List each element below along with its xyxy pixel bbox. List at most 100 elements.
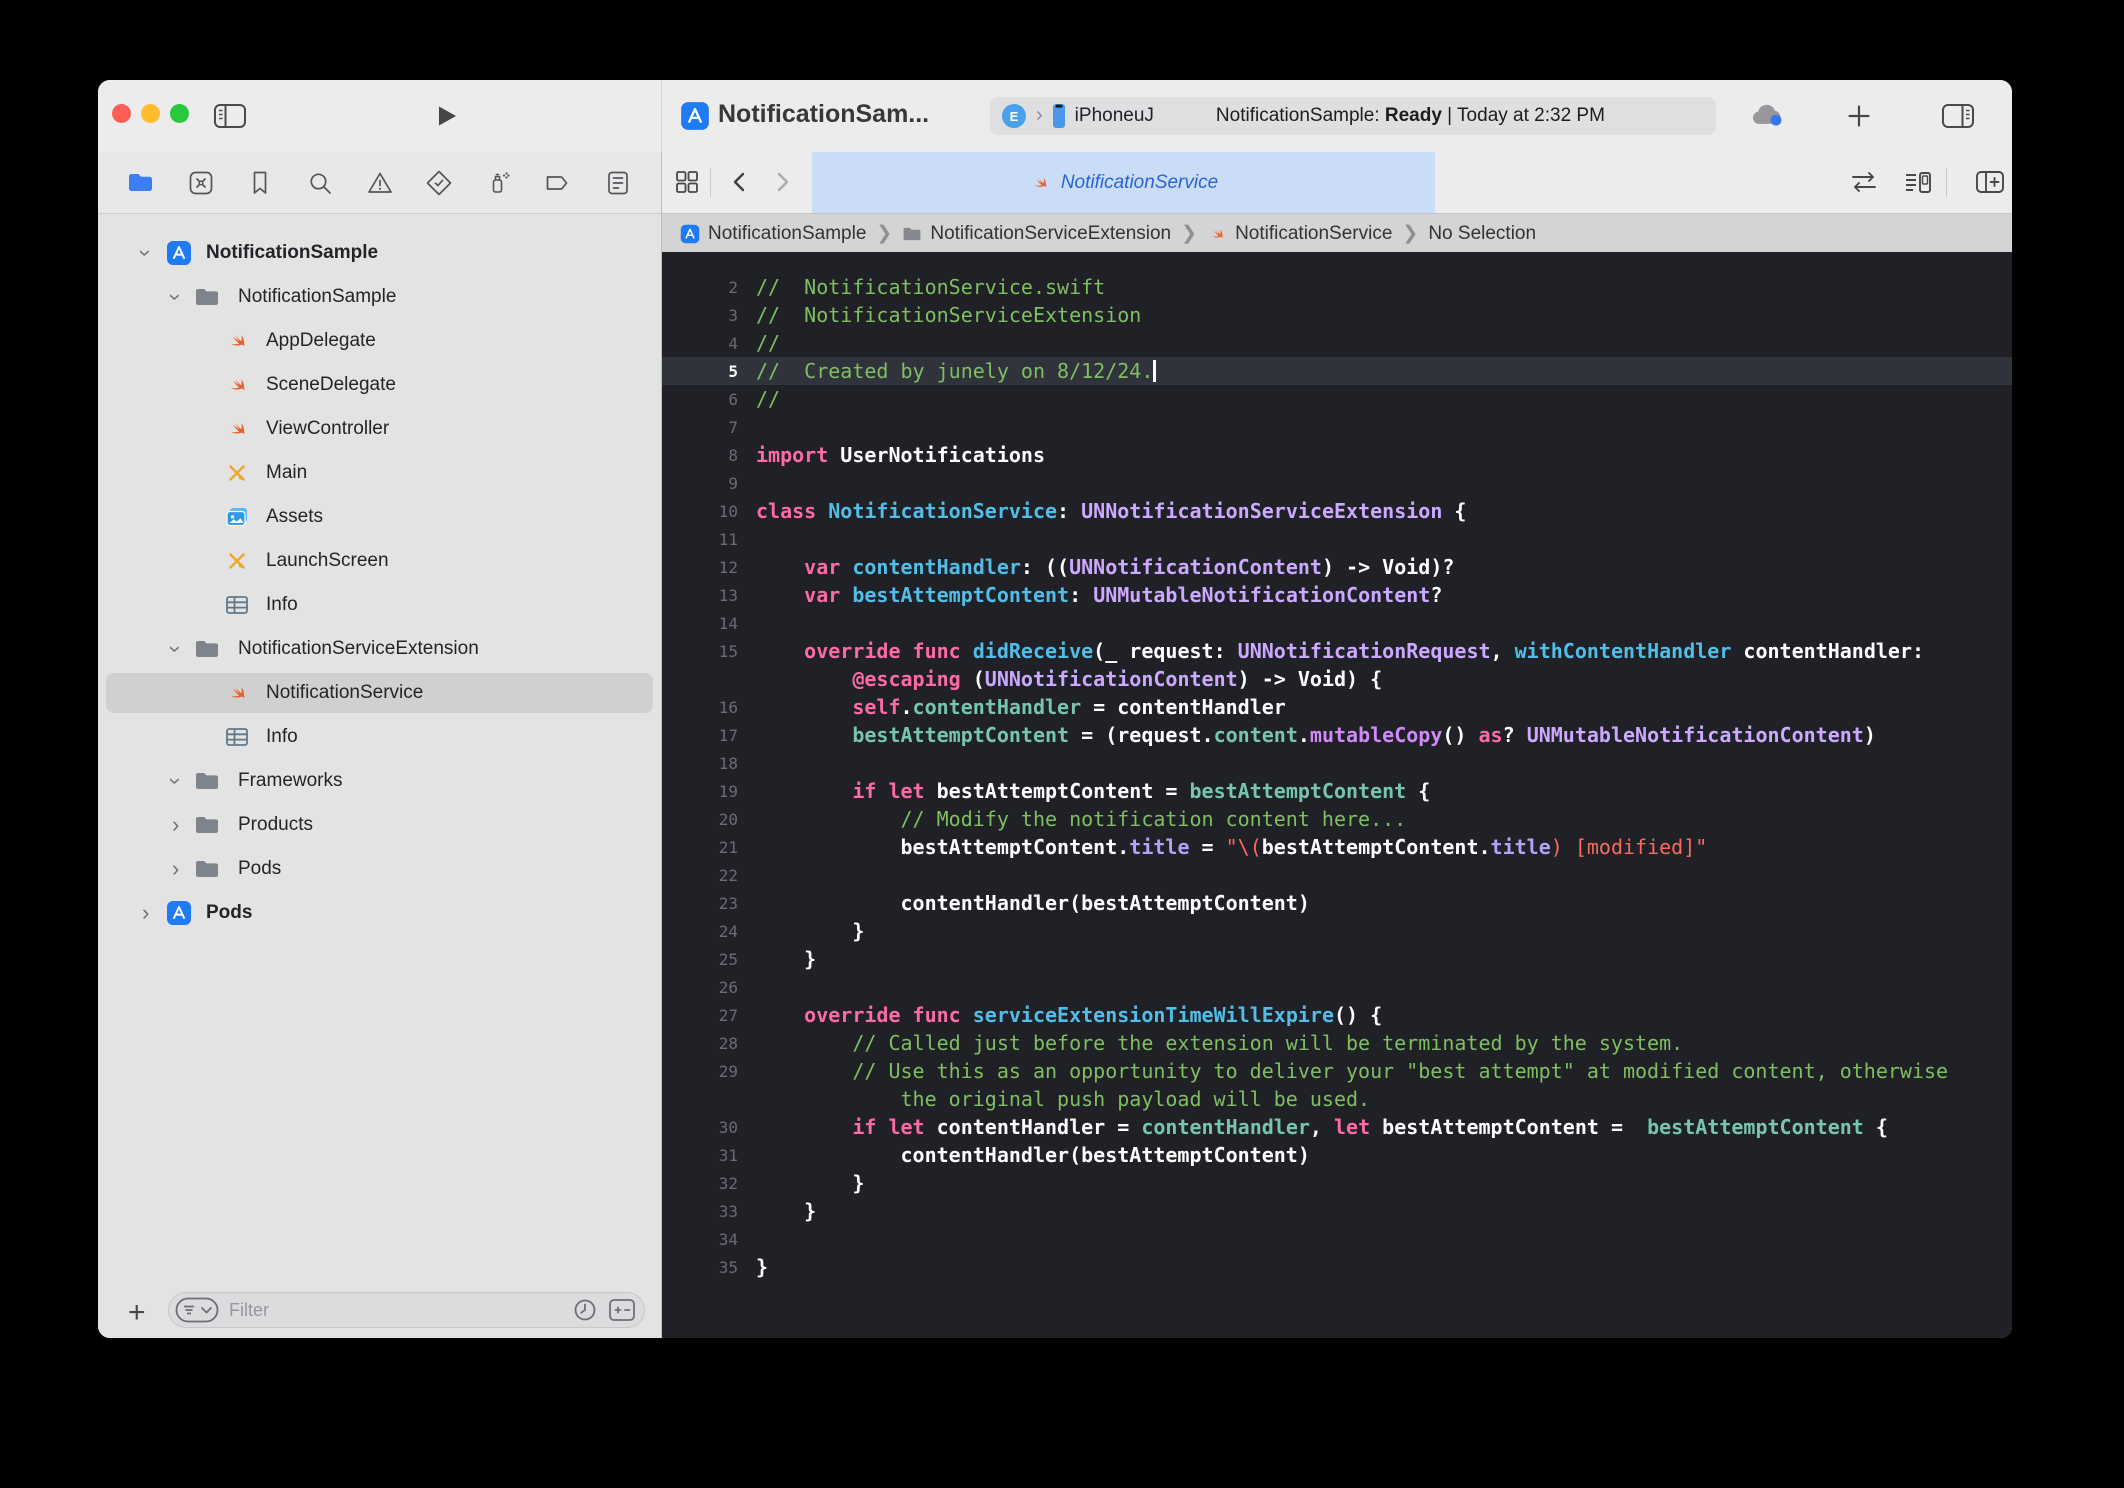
code-line-22[interactable]: 22	[662, 861, 2012, 889]
library-plus-button[interactable]	[1844, 102, 1874, 130]
navigator-item-scenedelegate[interactable]: SceneDelegate	[98, 363, 661, 407]
code-line-33[interactable]: 33 }	[662, 1197, 2012, 1225]
code-line-11[interactable]: 11	[662, 525, 2012, 553]
tab-notificationservice[interactable]: NotificationService	[812, 152, 1435, 213]
code-line-17[interactable]: 17 bestAttemptContent = (request.content…	[662, 721, 2012, 749]
related-items-icon[interactable]	[670, 166, 704, 198]
code-token-kw: var	[756, 555, 840, 579]
code-line-21[interactable]: 21 bestAttemptContent.title = "\(bestAtt…	[662, 833, 2012, 861]
code-line-15[interactable]: 15 override func didReceive(_ request: U…	[662, 637, 2012, 665]
toggle-inspector-icon[interactable]	[1936, 100, 1980, 132]
navigator-item-launchscreen[interactable]: LaunchScreen	[98, 539, 661, 583]
code-text: contentHandler(bestAttemptContent)	[756, 889, 1310, 917]
disclosure-down-icon[interactable]: ›	[154, 293, 198, 300]
code-line-5[interactable]: 5// Created by junely on 8/12/24.	[662, 357, 2012, 385]
toggle-navigator-icon[interactable]	[210, 100, 250, 132]
breakpoints-icon[interactable]	[543, 168, 573, 198]
search-icon[interactable]	[305, 168, 335, 198]
reports-icon[interactable]	[603, 168, 633, 198]
source-editor[interactable]: 2// NotificationService.swift3// Notific…	[662, 252, 2012, 1338]
code-line-2[interactable]: 2// NotificationService.swift	[662, 273, 2012, 301]
code-line-19[interactable]: 19 if let bestAttemptContent = bestAttem…	[662, 777, 2012, 805]
add-editor-icon[interactable]	[1972, 166, 2008, 198]
code-line-16[interactable]: 16 self.contentHandler = contentHandler	[662, 693, 2012, 721]
navigator-item-appdelegate[interactable]: AppDelegate	[98, 319, 661, 363]
breadcrumb-project[interactable]: NotificationSample	[708, 223, 866, 245]
code-line-14[interactable]: 14	[662, 609, 2012, 637]
code-line-32[interactable]: 32 }	[662, 1169, 2012, 1197]
code-line-29[interactable]: 29 // Use this as an opportunity to deli…	[662, 1057, 2012, 1085]
code-line-8[interactable]: 8import UserNotifications	[662, 441, 2012, 469]
go-forward-icon[interactable]	[766, 166, 798, 198]
code-line-26[interactable]: 26	[662, 973, 2012, 1001]
code-token-plain: ) -> Void)?	[1322, 555, 1454, 579]
breadcrumb-selection[interactable]: No Selection	[1428, 223, 1536, 245]
run-button[interactable]	[428, 100, 464, 132]
code-line-12[interactable]: 12 var contentHandler: ((UNNotificationC…	[662, 553, 2012, 581]
navigator-item-notificationservice[interactable]: NotificationService	[98, 671, 661, 715]
recent-files-clock-icon[interactable]	[572, 1297, 598, 1323]
go-back-icon[interactable]	[724, 166, 756, 198]
filter-field[interactable]: Filter	[168, 1292, 645, 1328]
code-review-icon[interactable]	[1846, 168, 1882, 196]
zoom-button[interactable]	[170, 104, 189, 123]
navigator-item-frameworks[interactable]: ›Frameworks	[98, 759, 661, 803]
code-line-25[interactable]: 25 }	[662, 945, 2012, 973]
code-line-wrap[interactable]: @escaping (UNNotificationContent) -> Voi…	[662, 665, 2012, 693]
breadcrumb-file[interactable]: NotificationService	[1235, 223, 1392, 245]
close-button[interactable]	[112, 104, 131, 123]
code-line-4[interactable]: 4//	[662, 329, 2012, 357]
navigator-item-viewcontroller[interactable]: ViewController	[98, 407, 661, 451]
disclosure-right-icon[interactable]: ›	[142, 891, 149, 935]
code-line-13[interactable]: 13 var bestAttemptContent: UNMutableNoti…	[662, 581, 2012, 609]
code-line-9[interactable]: 9	[662, 469, 2012, 497]
navigator-item-notificationsample[interactable]: ›NotificationSample	[98, 231, 661, 275]
disclosure-right-icon[interactable]: ›	[172, 803, 179, 847]
disclosure-down-icon[interactable]: ›	[124, 249, 168, 256]
navigator-item-pods[interactable]: ›Pods	[98, 891, 661, 935]
code-line-24[interactable]: 24 }	[662, 917, 2012, 945]
code-line-wrap[interactable]: the original push payload will be used.	[662, 1085, 2012, 1113]
breadcrumb-group[interactable]: NotificationServiceExtension	[930, 223, 1171, 245]
filter-icon[interactable]	[175, 1297, 219, 1323]
code-line-10[interactable]: 10class NotificationService: UNNotificat…	[662, 497, 2012, 525]
disclosure-right-icon[interactable]: ›	[172, 847, 179, 891]
tests-icon[interactable]	[424, 168, 454, 198]
code-line-20[interactable]: 20 // Modify the notification content he…	[662, 805, 2012, 833]
add-file-button[interactable]: +	[128, 1296, 146, 1330]
disclosure-down-icon[interactable]: ›	[154, 645, 198, 652]
code-line-28[interactable]: 28 // Called just before the extension w…	[662, 1029, 2012, 1057]
source-control-changes-icon[interactable]	[608, 1297, 636, 1323]
project-navigator-icon[interactable]	[126, 168, 156, 198]
minimap-adjust-icon[interactable]	[1900, 166, 1936, 198]
code-line-31[interactable]: 31 contentHandler(bestAttemptContent)	[662, 1141, 2012, 1169]
source-control-icon[interactable]	[186, 168, 216, 198]
cloud-sync-icon[interactable]	[1746, 102, 1790, 130]
navigator-item-pods[interactable]: ›Pods	[98, 847, 661, 891]
code-line-27[interactable]: 27 override func serviceExtensionTimeWil…	[662, 1001, 2012, 1029]
code-line-18[interactable]: 18	[662, 749, 2012, 777]
code-line-30[interactable]: 30 if let contentHandler = contentHandle…	[662, 1113, 2012, 1141]
navigator-item-main[interactable]: Main	[98, 451, 661, 495]
code-line-35[interactable]: 35}	[662, 1253, 2012, 1281]
disclosure-down-icon[interactable]: ›	[154, 777, 198, 784]
minimize-button[interactable]	[141, 104, 160, 123]
navigator-item-notificationsample[interactable]: ›NotificationSample	[98, 275, 661, 319]
device-name[interactable]: iPhoneuJ	[1075, 105, 1154, 127]
editor-tab-bar: NotificationService	[662, 152, 2012, 213]
debug-icon[interactable]	[484, 168, 514, 198]
navigator-item-assets[interactable]: Assets	[98, 495, 661, 539]
navigator-item-info[interactable]: Info	[98, 583, 661, 627]
code-line-23[interactable]: 23 contentHandler(bestAttemptContent)	[662, 889, 2012, 917]
navigator-item-notificationserviceextension[interactable]: ›NotificationServiceExtension	[98, 627, 661, 671]
navigator-item-products[interactable]: ›Products	[98, 803, 661, 847]
iphone-icon[interactable]	[1051, 103, 1067, 129]
bookmarks-icon[interactable]	[245, 168, 275, 198]
navigator-item-info[interactable]: Info	[98, 715, 661, 759]
issues-icon[interactable]	[365, 168, 395, 198]
scheme-badge[interactable]: E	[1002, 104, 1026, 128]
code-line-3[interactable]: 3// NotificationServiceExtension	[662, 301, 2012, 329]
code-line-7[interactable]: 7	[662, 413, 2012, 441]
code-line-34[interactable]: 34	[662, 1225, 2012, 1253]
code-line-6[interactable]: 6//	[662, 385, 2012, 413]
